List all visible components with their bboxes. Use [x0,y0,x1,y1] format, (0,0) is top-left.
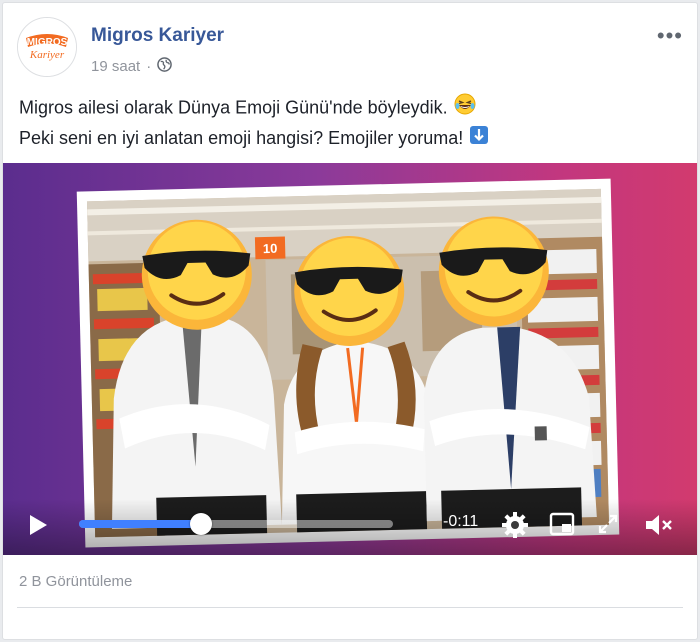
time-remaining: -0:11 [443,513,479,530]
video-player[interactable]: 10 -0:11 [3,163,697,555]
play-icon[interactable] [27,513,49,542]
footer-divider [17,607,683,608]
down-arrow-emoji-icon [469,125,489,154]
shelf-sign-text: 10 [263,241,278,256]
view-count[interactable]: 2 B Görüntüleme [19,573,132,590]
video-post: MIGROS Kariyer Migros Kariyer 19 saat · … [2,2,698,640]
post-meta: 19 saat · [91,57,173,76]
more-options-button[interactable]: ••• [657,23,683,49]
progress-bar[interactable] [79,513,393,535]
logo-migros-text: MIGROS [27,37,68,48]
post-header: MIGROS Kariyer Migros Kariyer 19 saat · … [17,17,683,77]
video-frame-image: 10 [76,178,620,548]
caption-line-1: Migros ailesi olarak Dünya Emoji Günü'nd… [19,93,681,124]
progress-fill [79,520,202,528]
picture-in-picture-icon[interactable] [549,512,575,541]
progress-scrubber[interactable] [190,513,213,535]
page-name-link[interactable]: Migros Kariyer [91,25,224,47]
meta-separator: · [146,58,152,75]
post-timestamp[interactable]: 19 saat [91,58,140,75]
fullscreen-icon[interactable] [597,513,619,540]
page-avatar[interactable]: MIGROS Kariyer [17,17,77,77]
post-caption: Migros ailesi olarak Dünya Emoji Günü'nd… [19,93,681,154]
laughing-emoji-icon [454,93,476,124]
logo-kariyer-text: Kariyer [29,49,65,61]
globe-icon[interactable] [157,57,173,76]
caption-text-2: Peki seni en iyi anlatan emoji hangisi? … [19,128,464,148]
caption-text-1: Migros ailesi olarak Dünya Emoji Günü'nd… [19,97,448,118]
video-controls: -0:11 [3,499,697,555]
caption-line-2: Peki seni en iyi anlatan emoji hangisi? … [19,124,681,154]
gear-icon[interactable] [501,511,529,544]
mute-icon[interactable] [643,511,675,544]
